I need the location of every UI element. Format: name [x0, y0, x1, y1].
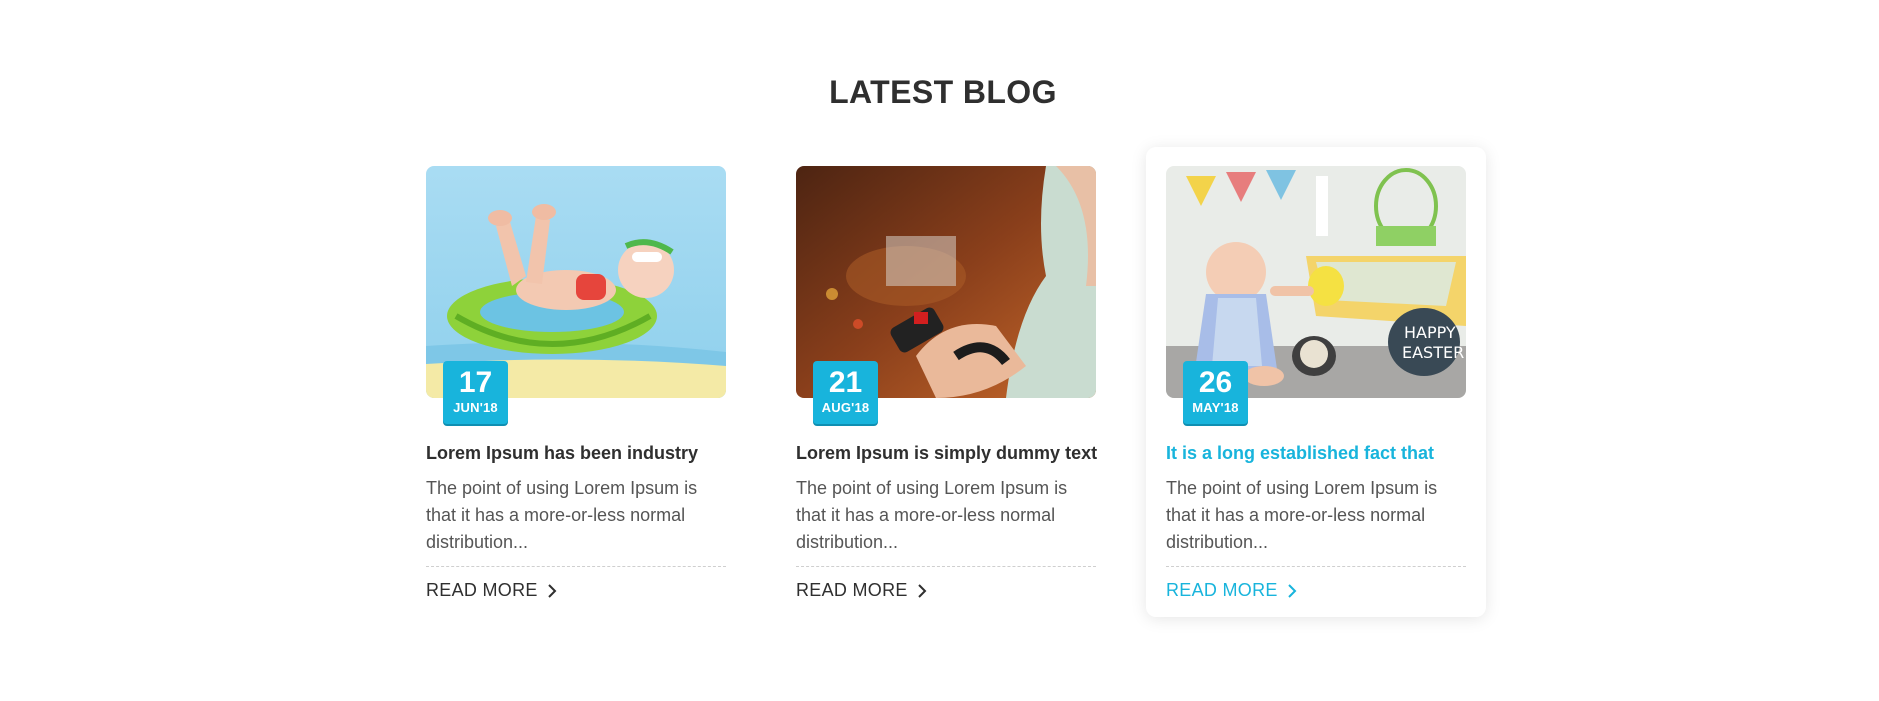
- post-excerpt: The point of using Lorem Ipsum is that i…: [426, 478, 698, 552]
- card-divider: [426, 566, 726, 567]
- latest-blog-section: LATEST BLOG 17 JUN'18 Lorem Ipsum has be…: [0, 0, 1879, 701]
- svg-text:EASTER: EASTER: [1402, 343, 1464, 362]
- date-month: MAY'18: [1192, 400, 1239, 415]
- section-title: LATEST BLOG: [829, 74, 1057, 110]
- blog-card[interactable]: 21 AUG'18 Lorem Ipsum is simply dummy te…: [776, 147, 1116, 617]
- read-more-label: READ MORE: [1166, 580, 1278, 600]
- card-divider: [1166, 566, 1466, 567]
- read-more-label: READ MORE: [426, 580, 538, 600]
- date-badge: 17 JUN'18: [443, 361, 508, 424]
- chevron-right-icon: [916, 583, 928, 599]
- read-more-link[interactable]: READ MORE: [426, 580, 558, 601]
- blog-card-highlighted[interactable]: HAPPY EASTER 26 MAY'18 It is a long esta…: [1146, 147, 1486, 617]
- read-more-link[interactable]: READ MORE: [1166, 580, 1298, 601]
- blog-card[interactable]: 17 JUN'18 Lorem Ipsum has been industry …: [406, 147, 746, 617]
- read-more-label: READ MORE: [796, 580, 908, 600]
- date-badge: 26 MAY'18: [1183, 361, 1248, 424]
- card-divider: [796, 566, 1096, 567]
- date-month: JUN'18: [453, 400, 498, 415]
- date-day: 21: [828, 366, 863, 399]
- post-title[interactable]: It is a long established fact that: [1166, 443, 1476, 464]
- date-day: 26: [1198, 366, 1233, 399]
- post-title[interactable]: Lorem Ipsum has been industry: [426, 443, 736, 464]
- svg-text:HAPPY: HAPPY: [1404, 323, 1456, 342]
- date-badge: 21 AUG'18: [813, 361, 878, 424]
- read-more-link[interactable]: READ MORE: [796, 580, 928, 601]
- date-day: 17: [458, 366, 493, 399]
- post-excerpt: The point of using Lorem Ipsum is that i…: [796, 478, 1068, 552]
- post-title[interactable]: Lorem Ipsum is simply dummy text: [796, 443, 1106, 464]
- chevron-right-icon: [1286, 583, 1298, 599]
- chevron-right-icon: [546, 583, 558, 599]
- date-month: AUG'18: [821, 400, 870, 415]
- post-excerpt: The point of using Lorem Ipsum is that i…: [1166, 478, 1438, 552]
